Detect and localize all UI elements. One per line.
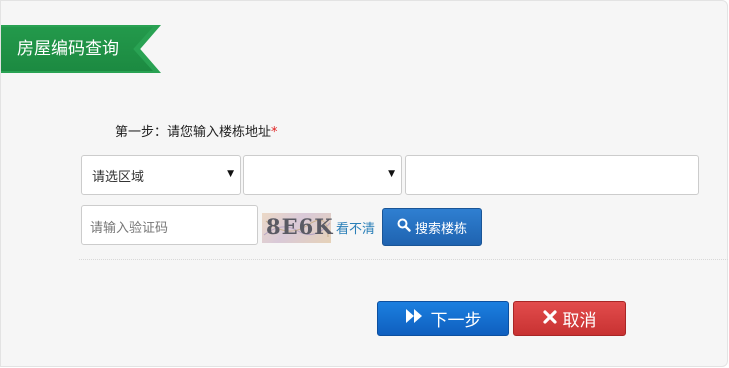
- step-label-text: 第一步：请您输入楼栋地址: [115, 125, 272, 140]
- address-input[interactable]: [405, 155, 699, 195]
- cancel-label: 取消: [562, 311, 597, 331]
- step-label: 第一步：请您输入楼栋地址*: [115, 121, 278, 140]
- close-icon: [542, 309, 557, 329]
- required-mark: *: [271, 125, 278, 140]
- district-select[interactable]: 请选区域 ▼: [81, 155, 241, 195]
- query-panel: 房屋编码查询 第一步：请您输入楼栋地址* 请选区域 ▼ ▼ 请输入验证码 8E6…: [0, 0, 729, 367]
- captcha-input-placeholder: 请输入验证码: [90, 221, 169, 236]
- captcha-refresh-link[interactable]: 看不清: [336, 218, 375, 237]
- forward-icon: [405, 308, 423, 329]
- divider: [79, 259, 729, 260]
- next-step-label: 下一步: [430, 311, 482, 331]
- cancel-button[interactable]: 取消: [513, 301, 626, 336]
- district-select-value: 请选区域: [92, 170, 145, 185]
- caret-down-icon: ▼: [388, 169, 395, 179]
- captcha-code: 8E6K: [266, 214, 334, 239]
- captcha-input[interactable]: 请输入验证码: [81, 205, 258, 245]
- next-step-button[interactable]: 下一步: [377, 301, 509, 336]
- search-icon: [397, 218, 411, 236]
- search-building-label: 搜索楼栋: [414, 221, 467, 237]
- page-title: 房屋编码查询: [17, 39, 119, 59]
- search-building-button[interactable]: 搜索楼栋: [382, 208, 482, 246]
- caret-down-icon: ▼: [227, 169, 234, 179]
- street-select[interactable]: ▼: [243, 155, 402, 195]
- captcha-image[interactable]: 8E6K: [262, 213, 334, 243]
